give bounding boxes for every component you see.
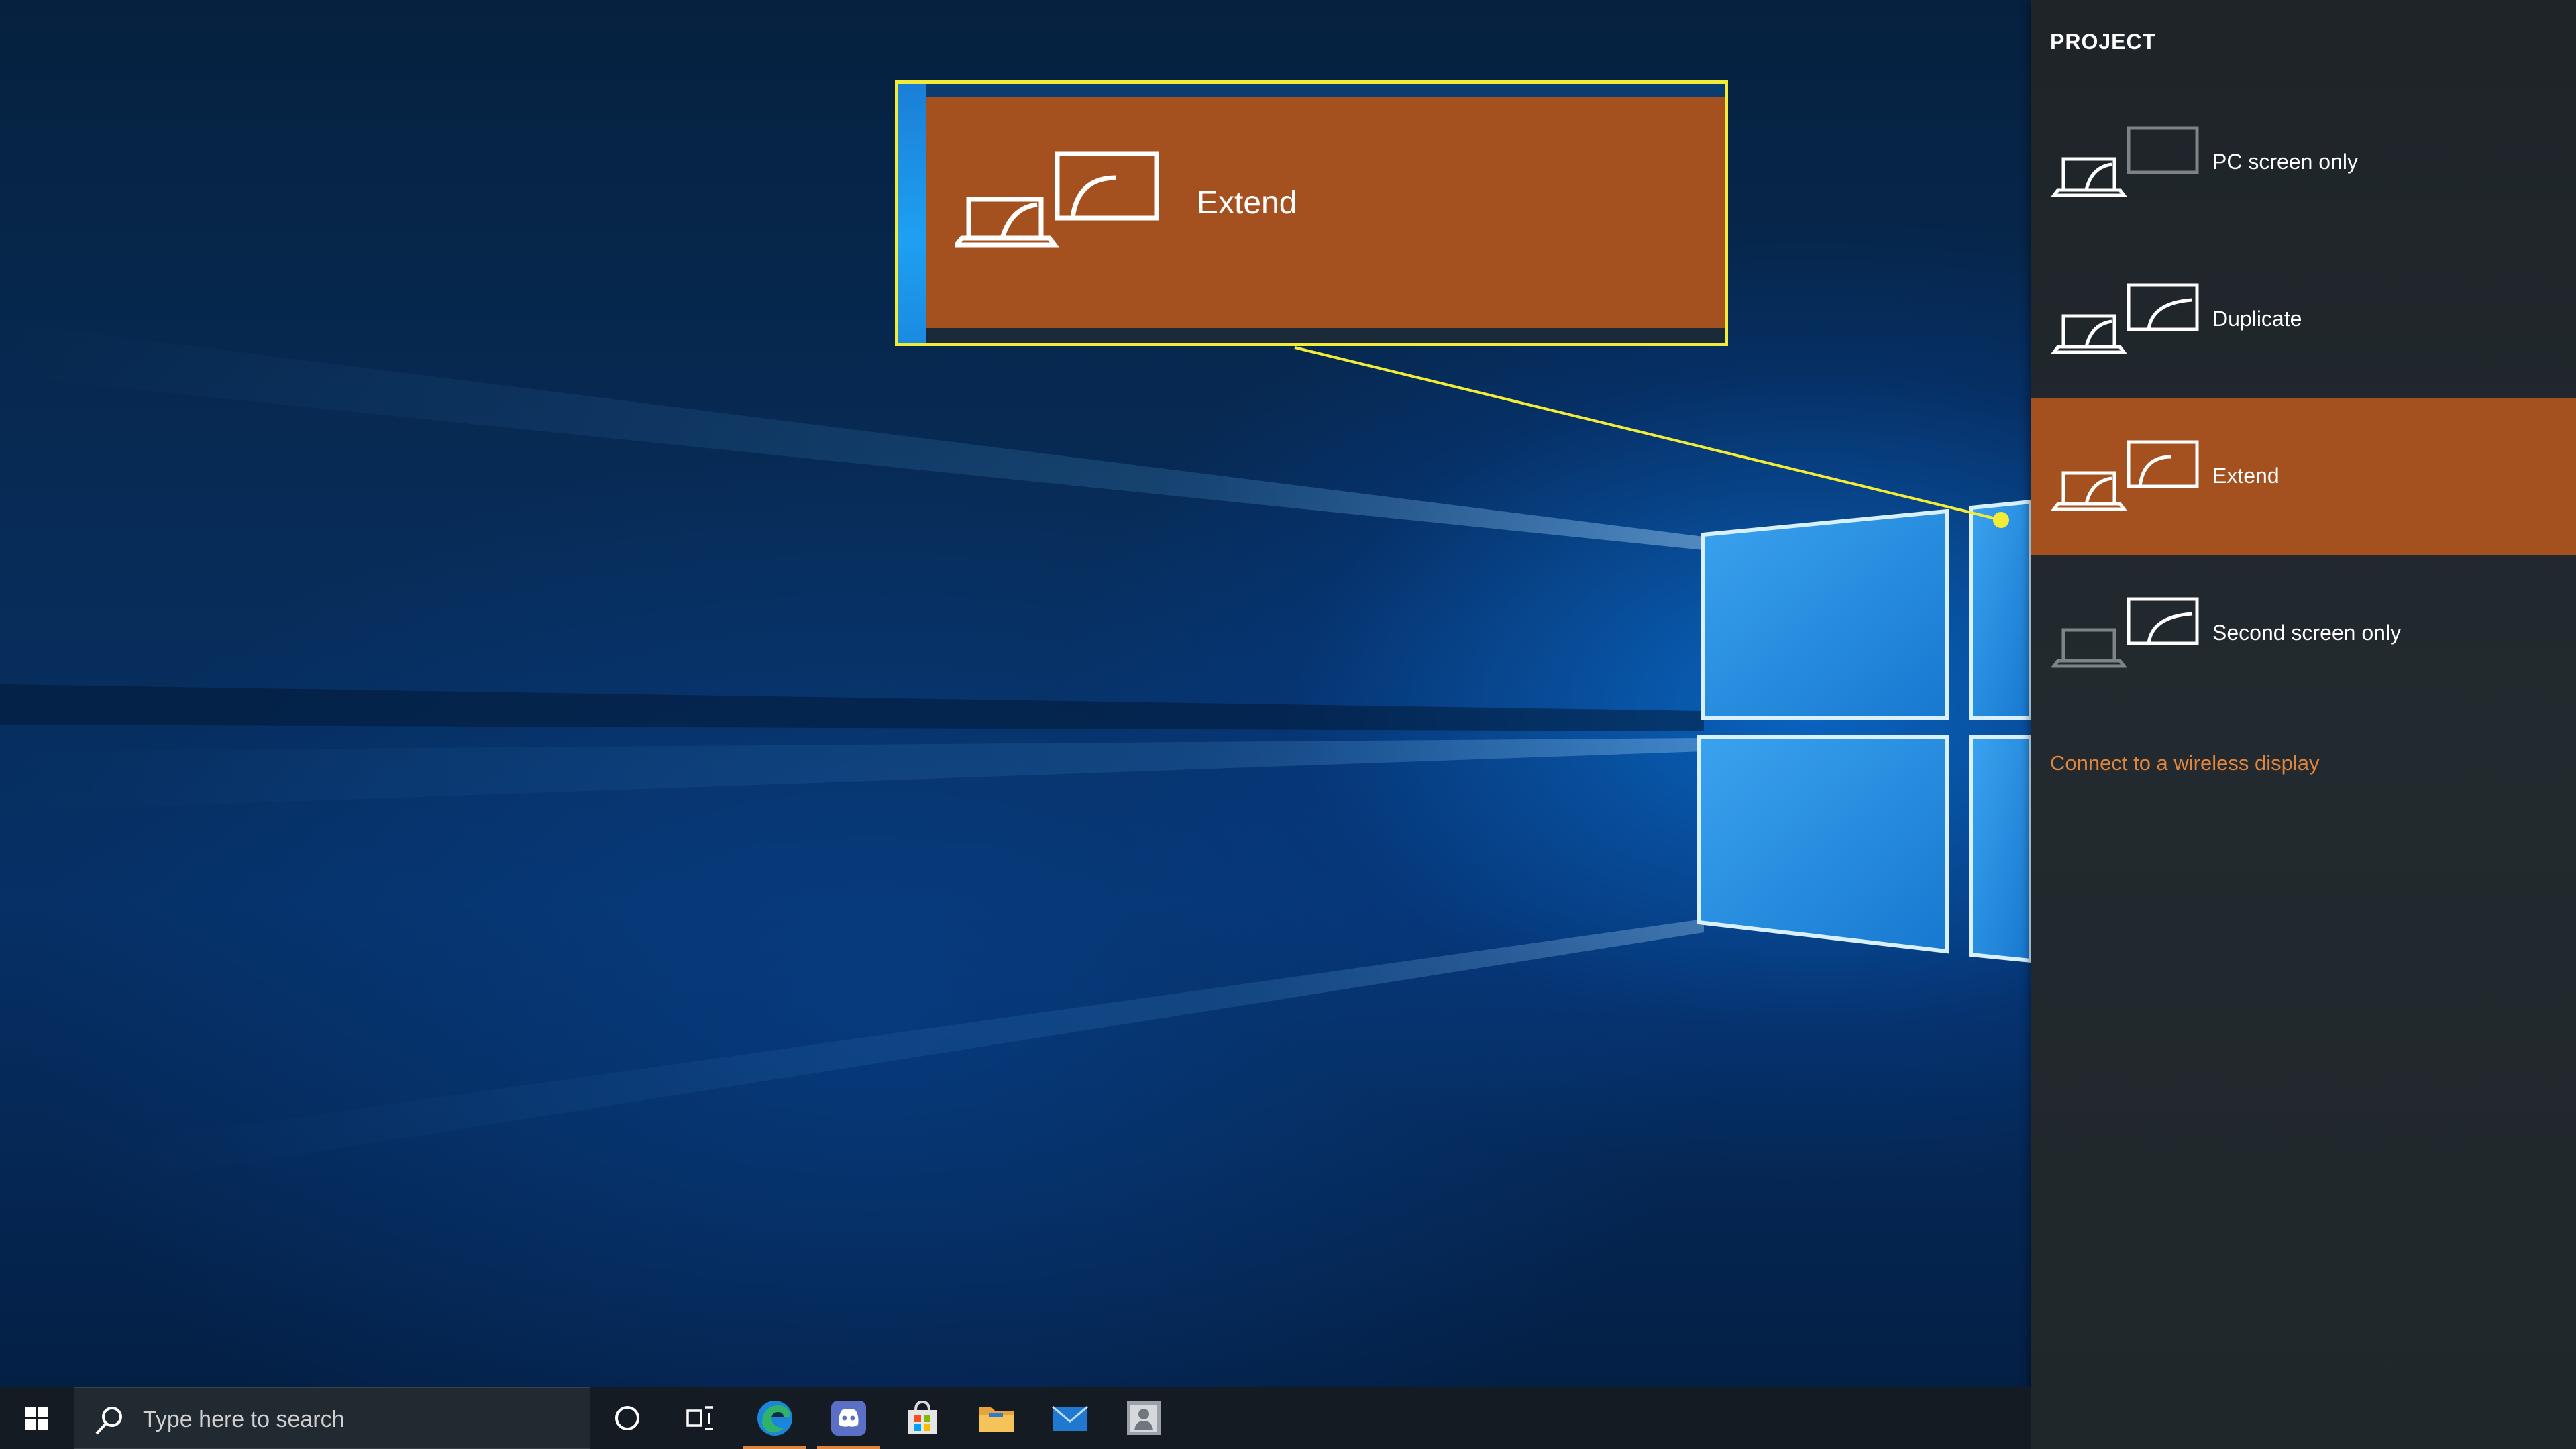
app-button[interactable] <box>1107 1387 1181 1449</box>
discord-icon <box>831 1401 866 1436</box>
search-icon <box>95 1407 122 1435</box>
option-label: Duplicate <box>2212 307 2302 331</box>
option-label: Second screen only <box>2212 621 2402 645</box>
file-explorer-icon <box>979 1407 1014 1432</box>
extend-icon <box>2051 440 2199 511</box>
taskbar-search[interactable] <box>74 1387 590 1449</box>
option-label: Extend <box>2212 464 2279 488</box>
option-extend[interactable]: Extend <box>2031 398 2576 555</box>
desktop-screen: Extend PROJECT PC screen only Duplicate … <box>0 0 2576 1449</box>
task-view-button[interactable] <box>664 1387 738 1449</box>
duplicate-icon <box>2051 283 2199 354</box>
cortana-button[interactable] <box>590 1387 664 1449</box>
connect-wireless-display-link[interactable]: Connect to a wireless display <box>2050 751 2319 775</box>
option-label: PC screen only <box>2212 150 2358 174</box>
taskbar <box>0 1387 2031 1449</box>
option-duplicate[interactable]: Duplicate <box>2031 241 2576 398</box>
app-icon <box>1127 1401 1161 1435</box>
pc-screen-only-icon <box>2051 126 2199 197</box>
edge-button[interactable] <box>738 1387 812 1449</box>
edge-icon <box>757 1401 792 1436</box>
option-second-screen-only[interactable]: Second screen only <box>2031 555 2576 712</box>
cortana-icon <box>615 1406 639 1430</box>
callout-bottom-bar <box>926 328 1725 343</box>
mail-button[interactable] <box>1033 1387 1107 1449</box>
extend-icon <box>955 151 1159 248</box>
mail-icon <box>1052 1405 1088 1431</box>
project-panel: PROJECT PC screen only Duplicate Extend … <box>2031 0 2576 1449</box>
option-pc-screen-only[interactable]: PC screen only <box>2031 84 2576 241</box>
second-screen-only-icon <box>2051 597 2199 668</box>
zoom-callout: Extend <box>895 80 1728 346</box>
start-button[interactable] <box>0 1387 74 1449</box>
store-button[interactable] <box>885 1387 959 1449</box>
panel-title: PROJECT <box>2050 30 2157 54</box>
search-input[interactable] <box>142 1401 574 1438</box>
callout-wallpaper-strip <box>898 84 926 343</box>
start-icon <box>25 1407 48 1430</box>
store-icon <box>908 1400 937 1434</box>
file-explorer-button[interactable] <box>959 1387 1033 1449</box>
task-view-icon <box>686 1406 713 1430</box>
discord-button[interactable] <box>812 1387 885 1449</box>
callout-label: Extend <box>1197 185 1297 221</box>
